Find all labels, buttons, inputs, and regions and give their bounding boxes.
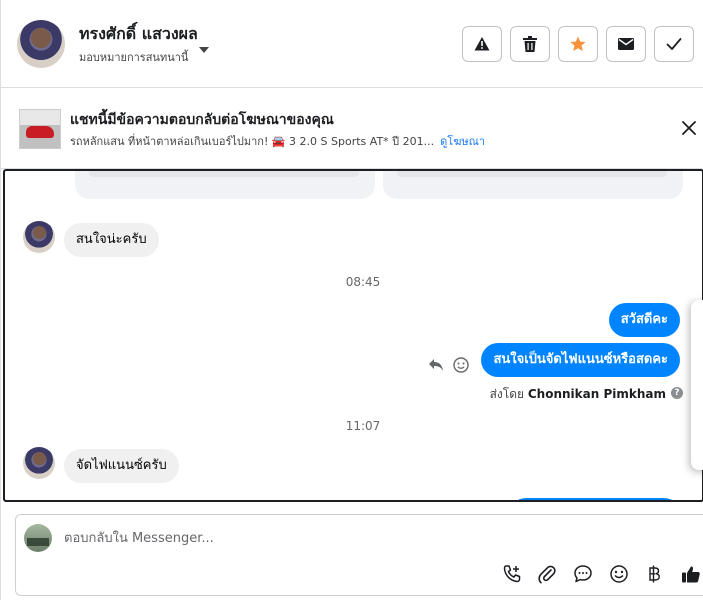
thumbs-up-icon [682,566,700,583]
avatar[interactable] [23,447,55,479]
conversation-panel: ทรงศักดิ์ แสวงผล มอบหมายการสนทนานี้ แชทน… [0,0,703,600]
outgoing-message-partial[interactable] [509,498,681,500]
trash-icon [523,36,537,52]
close-banner-button[interactable] [677,116,701,140]
outgoing-message[interactable]: สวัสดีคะ [608,303,680,337]
ad-card-button[interactable] [89,171,359,177]
like-button[interactable] [680,563,702,585]
message-timestamp: 11:07 [345,419,381,433]
incoming-message[interactable]: จัดไฟแนนซ์ครับ [64,449,179,483]
paperclip-icon [538,565,556,584]
react-button[interactable] [452,356,470,374]
help-icon[interactable]: ? [671,387,683,399]
report-button[interactable] [462,26,502,62]
check-icon [666,38,682,50]
star-button[interactable] [558,26,598,62]
chat-bubble-icon [574,565,592,583]
message-thread[interactable]: สนใจน่ะครับ 08:45 สวัสดีคะ สนใจเป็นจัดไฟ… [3,169,703,502]
contact-name[interactable]: ทรงศักดิ์ แสวงผล [79,22,198,47]
phone-plus-icon [503,565,521,583]
baht-icon [649,565,660,583]
payment-button[interactable] [643,563,665,585]
call-button[interactable] [501,563,523,585]
conversation-header: ทรงศักดิ์ แสวงผล มอบหมายการสนทนานี้ [1,0,703,88]
emoji-icon [610,565,628,583]
page-avatar [24,524,52,552]
ad-reply-banner: แชทนี้มีข้อความตอบกลับต่อโฆษณาของคุณ รถห… [1,89,703,169]
chevron-down-icon[interactable] [199,47,209,53]
message-composer [15,514,703,596]
mark-unread-button[interactable] [606,26,646,62]
sent-by-prefix: ส่งโดย [489,387,525,401]
reply-input[interactable] [64,529,664,547]
delete-button[interactable] [510,26,550,62]
outgoing-message[interactable]: สนใจเป็นจัดไฟแนนซ์หรือสดคะ [481,343,680,377]
ad-banner-description: รถหลักแสน ที่หน้าตาหล่อเกินเบอร์ไปมาก! 🚘… [70,132,485,150]
attach-button[interactable] [536,563,558,585]
avatar[interactable] [23,221,55,253]
incoming-message[interactable]: สนใจน่ะครับ [64,223,159,257]
assign-conversation-label[interactable]: มอบหมายการสนทนานี้ [79,48,188,66]
side-panel-edge[interactable] [691,300,703,470]
sender-name: Chonnikan Pimkham [527,387,666,401]
close-icon [682,121,696,135]
avatar[interactable] [17,20,65,68]
emoji-icon [453,357,469,373]
saved-reply-button[interactable] [572,563,594,585]
ad-description-text: รถหลักแสน ที่หน้าตาหล่อเกินเบอร์ไปมาก! 🚘… [70,135,435,148]
alert-icon [474,37,490,51]
ad-card [383,171,683,199]
view-ad-link[interactable]: ดูโฆษณา [440,135,485,148]
reply-button[interactable] [427,356,445,374]
ad-card [75,171,375,199]
ad-thumbnail[interactable] [19,109,61,149]
mark-done-button[interactable] [654,26,694,62]
envelope-icon [618,38,634,50]
ad-banner-title: แชทนี้มีข้อความตอบกลับต่อโฆษณาของคุณ [70,112,334,128]
ad-card-button[interactable] [397,171,667,177]
message-timestamp: 08:45 [345,275,381,289]
sent-by-label: ส่งโดย Chonnikan Pimkham [490,385,666,404]
reply-icon [429,359,443,371]
emoji-button[interactable] [608,563,630,585]
star-icon [570,36,586,51]
